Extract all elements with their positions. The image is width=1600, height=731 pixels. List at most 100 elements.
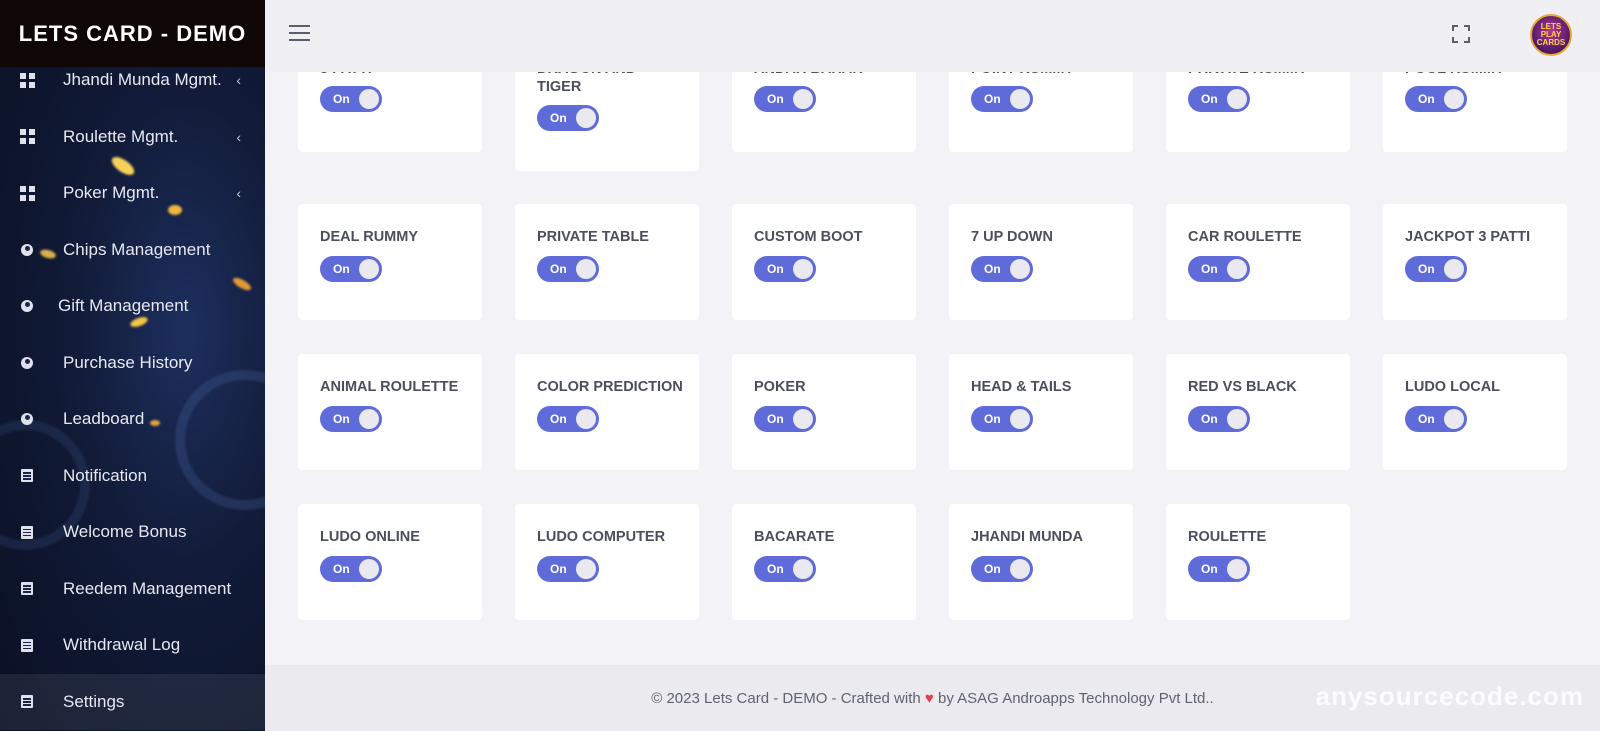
game-card: LUDO COMPUTER On [515,504,699,620]
toggle-label: On [1201,412,1218,426]
game-title: ANIMAL ROULETTE [320,379,459,395]
toggle-knob [359,409,379,429]
game-toggle[interactable]: On [971,86,1033,112]
toggle-knob [1227,89,1247,109]
toggle-label: On [984,562,1001,576]
sidebar-item-leadboard[interactable]: Leadboard [0,391,265,448]
game-toggle[interactable]: On [1405,86,1467,112]
grid-icon [19,185,35,201]
sidebar: LETS CARD - DEMO Jhandi Munda Mgmt. ‹ Ro… [0,0,265,731]
sidebar-item-poker[interactable]: Poker Mgmt. ‹ [0,165,265,222]
toggle-knob [576,559,596,579]
game-toggle[interactable]: On [1188,86,1250,112]
sidebar-item-notification[interactable]: Notification [0,448,265,505]
user-circle-icon [19,298,35,314]
sidebar-item-withdrawal-log[interactable]: Withdrawal Log [0,617,265,674]
toggle-knob [1010,409,1030,429]
sidebar-item-label: Jhandi Munda Mgmt. [63,70,222,90]
game-title: COLOR PREDICTION [537,379,683,395]
game-title: RED VS BLACK [1188,379,1297,395]
document-icon [19,468,35,484]
game-toggle[interactable]: On [1188,256,1250,282]
sidebar-item-roulette[interactable]: Roulette Mgmt. ‹ [0,109,265,166]
sidebar-item-label: Purchase History [63,352,193,372]
watermark: anysourcecode.com [1315,681,1584,711]
toggle-knob [359,89,379,109]
chevron-left-icon: ‹ [236,128,241,145]
game-toggle[interactable]: On [1188,556,1250,582]
game-toggle[interactable]: On [320,406,382,432]
sidebar-item-purchase-history[interactable]: Purchase History [0,335,265,392]
grid-icon [19,129,35,145]
toggle-label: On [333,562,350,576]
sidebar-item-label: Settings [63,691,125,711]
toggle-knob [576,259,596,279]
sidebar-item-chips[interactable]: Chips Management [0,222,265,279]
game-title: LUDO ONLINE [320,529,420,545]
document-icon [19,524,35,540]
fullscreen-icon[interactable] [1452,25,1470,43]
game-toggle[interactable]: On [971,406,1033,432]
game-card: CAR ROULETTE On [1166,204,1350,320]
sidebar-item-reedem[interactable]: Reedem Management [0,561,265,618]
game-card: 7 UP DOWN On [949,204,1133,320]
game-toggle[interactable]: On [754,406,816,432]
toggle-knob [1444,89,1464,109]
game-toggle[interactable]: On [320,86,382,112]
footer: © 2023 Lets Card - DEMO - Crafted with ♥… [265,665,1600,731]
game-toggle[interactable]: On [537,556,599,582]
game-title: HEAD & TAILS [971,379,1072,395]
game-toggle[interactable]: On [1405,406,1467,432]
toggle-knob [793,259,813,279]
game-toggle[interactable]: On [971,556,1033,582]
toggle-knob [1010,559,1030,579]
sidebar-item-gift[interactable]: Gift Management [0,278,265,335]
toggle-label: On [767,262,784,276]
game-toggle[interactable]: On [537,105,599,131]
toggle-label: On [984,412,1001,426]
game-toggle[interactable]: On [320,556,382,582]
game-title: DEAL RUMMY [320,229,419,245]
hamburger-icon[interactable] [289,25,310,41]
avatar-logo-text: LETS PLAY CARDS [1536,22,1566,47]
toggle-label: On [333,262,350,276]
toggle-knob [1444,259,1464,279]
chevron-left-icon: ‹ [236,72,241,89]
game-toggle[interactable]: On [1188,406,1250,432]
brand-title: LETS CARD - DEMO [18,20,247,46]
toggle-knob [359,259,379,279]
game-toggle[interactable]: On [1405,256,1467,282]
toggle-knob [1444,409,1464,429]
sidebar-item-settings[interactable]: Settings [0,673,265,730]
game-title: CAR ROULETTE [1188,229,1302,245]
toggle-label: On [1201,92,1218,106]
game-card: JACKPOT 3 PATTI On [1383,204,1567,320]
sidebar-item-label: Reedem Management [63,578,232,598]
grid-icon [19,72,35,88]
game-toggle[interactable]: On [537,256,599,282]
toggle-label: On [1201,562,1218,576]
game-title: ROULETTE [1188,529,1267,545]
avatar[interactable]: LETS PLAY CARDS [1530,14,1572,56]
sidebar-item-label: Withdrawal Log [63,635,181,655]
game-title: CUSTOM BOOT [754,229,863,245]
game-toggle[interactable]: On [754,256,816,282]
toggle-knob [576,108,596,128]
game-toggle[interactable]: On [971,256,1033,282]
game-toggle[interactable]: On [537,406,599,432]
game-toggle[interactable]: On [320,256,382,282]
game-card: ROULETTE On [1166,504,1350,620]
toggle-label: On [1418,412,1435,426]
game-title: LUDO COMPUTER [537,529,666,545]
document-icon [19,694,35,710]
sidebar-item-welcome-bonus[interactable]: Welcome Bonus [0,504,265,561]
brand-header[interactable]: LETS CARD - DEMO [0,0,265,67]
sidebar-item-label: Leadboard [63,409,145,429]
toggle-label: On [1418,92,1435,106]
game-toggle[interactable]: On [754,556,816,582]
game-title: JACKPOT 3 PATTI [1405,229,1531,245]
document-icon [19,637,35,653]
document-icon [19,581,35,597]
game-toggle[interactable]: On [754,86,816,112]
toggle-knob [359,559,379,579]
